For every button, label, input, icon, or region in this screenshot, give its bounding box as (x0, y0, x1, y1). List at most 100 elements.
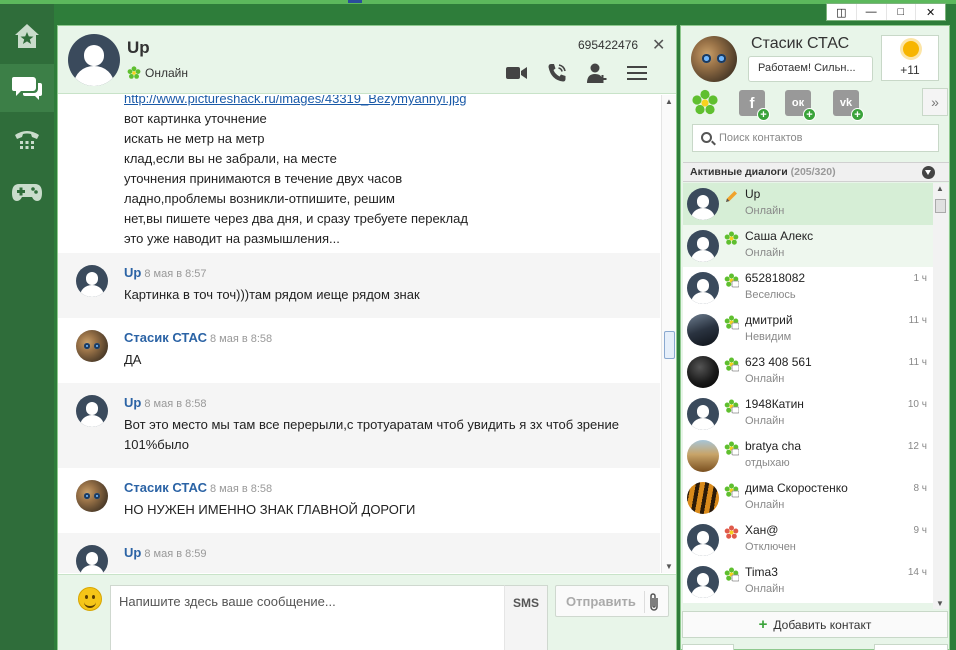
author-avatar[interactable] (76, 480, 108, 512)
contact-status-text: Онлайн (145, 66, 188, 80)
close-window-button[interactable]: ✕ (916, 4, 945, 20)
add-user-button[interactable] (586, 62, 608, 84)
scrollbar-thumb[interactable] (664, 331, 675, 359)
message-author[interactable]: Стасик СТАС (124, 480, 207, 495)
contact-name[interactable]: Up (127, 38, 150, 58)
author-avatar[interactable] (76, 545, 108, 573)
close-chat-button[interactable]: ✕ (652, 35, 665, 55)
online-flower-icon (127, 66, 141, 79)
window-controls: ◫ — □ ✕ (826, 3, 946, 21)
search-placeholder: Поиск контактов (719, 132, 803, 144)
nav-calls[interactable] (0, 116, 54, 164)
my-avatar[interactable] (691, 36, 737, 82)
contact-item[interactable]: дмитрий Невидим 11 ч (683, 309, 933, 351)
contact-item[interactable]: Up Онлайн (683, 183, 933, 225)
message-link[interactable]: http://www.pictureshack.ru/images/43319_… (124, 95, 660, 109)
scroll-up-arrow-icon[interactable]: ▲ (665, 97, 673, 106)
message-history[interactable]: http://www.pictureshack.ru/images/43319_… (58, 95, 660, 573)
collapse-panel-button[interactable]: » (922, 88, 948, 116)
contact-name: bratya cha (745, 439, 802, 453)
sun-icon (903, 41, 919, 57)
social-letter: ок (791, 97, 805, 109)
online-flower-icon (724, 567, 740, 582)
status-selector[interactable] (690, 88, 720, 118)
smiley-icon[interactable] (78, 587, 102, 611)
bottom-tab[interactable] (874, 644, 948, 650)
add-contact-label: Добавить контакт (773, 617, 872, 632)
contact-list-scrollbar[interactable]: ▲ ▼ (933, 183, 948, 609)
contact-uin: 695422476 (578, 38, 639, 52)
my-status-message[interactable]: Работаем! Сильн... (748, 56, 873, 82)
bottom-tab[interactable] (682, 644, 734, 650)
vkontakte-add-button[interactable]: vk + (831, 88, 864, 121)
active-dialogs-header[interactable]: Активные диалоги (205/320) (683, 162, 949, 182)
voice-call-button[interactable] (546, 62, 568, 84)
message-input[interactable]: Напишите здесь ваше сообщение... (110, 585, 548, 650)
contact-avatar[interactable] (68, 34, 120, 86)
contact-name: дима Скоростенко (745, 481, 848, 495)
contact-item[interactable]: Tima3 Онлайн 14 ч (683, 561, 933, 603)
online-flower-icon (724, 273, 740, 288)
search-icon (701, 132, 712, 143)
weather-widget[interactable]: +11 (881, 35, 939, 81)
contact-item[interactable]: 652818082 Веселюсь 1 ч (683, 267, 933, 309)
nav-chats[interactable] (0, 64, 54, 112)
message-item: Стасик СТАС 8 мая в 8:58 НО НУЖЕН ИМЕННО … (58, 468, 660, 533)
contact-item[interactable]: bratya cha отдыхаю 12 ч (683, 435, 933, 477)
message-author[interactable]: Up (124, 265, 141, 280)
message-author[interactable]: Стасик СТАС (124, 330, 207, 345)
sms-button[interactable]: SMS (504, 585, 548, 650)
chat-menu-button[interactable] (626, 62, 648, 84)
message-item: Up 8 мая в 8:59 (58, 533, 660, 573)
contact-avatar (687, 524, 719, 556)
scroll-up-arrow-icon[interactable]: ▲ (936, 184, 944, 193)
restore-window-button[interactable]: ◫ (827, 4, 857, 20)
contact-item[interactable]: 1948Катин Онлайн 10 ч (683, 393, 933, 435)
my-name[interactable]: Стасик СТАС (751, 35, 849, 53)
facebook-add-button[interactable]: f + (737, 88, 770, 121)
scroll-down-arrow-icon[interactable]: ▼ (936, 599, 944, 608)
contact-item[interactable]: дима Скоростенко Онлайн 8 ч (683, 477, 933, 519)
minimize-button[interactable]: — (857, 4, 887, 20)
contact-avatar (687, 314, 719, 346)
contact-item[interactable]: Хан@ Отключен 9 ч (683, 519, 933, 561)
nav-games[interactable] (0, 168, 54, 216)
contact-item[interactable]: 623 408 561 Онлайн 11 ч (683, 351, 933, 393)
scrollbar-thumb[interactable] (935, 199, 946, 213)
author-avatar[interactable] (76, 395, 108, 427)
video-call-button[interactable] (506, 62, 528, 84)
odnoklassniki-add-button[interactable]: ок + (783, 88, 816, 121)
add-contact-button[interactable]: + Добавить контакт (682, 611, 948, 638)
send-button[interactable]: Отправить (555, 585, 669, 617)
message-item: Стасик СТАС 8 мая в 8:58 ДА (58, 318, 660, 383)
contact-last-seen: 1 ч (913, 273, 927, 284)
message-text: ДА (124, 352, 142, 367)
offline-flower-icon (724, 525, 739, 540)
message-author[interactable]: Up (124, 545, 141, 560)
contact-status-text: Онлайн (745, 205, 785, 217)
strip-marker (348, 0, 362, 3)
nav-home[interactable] (0, 12, 54, 60)
weather-temperature: +11 (900, 63, 920, 77)
contact-search-input[interactable]: Поиск контактов (692, 124, 939, 152)
composer: Напишите здесь ваше сообщение... SMS Отп… (58, 574, 676, 650)
contact-last-seen: 14 ч (907, 567, 927, 578)
message-line: нет,вы пишете через два дня, и сразу тре… (124, 211, 468, 226)
contact-status-text: отдыхаю (745, 457, 790, 469)
contact-status-text: Отключен (745, 541, 796, 553)
house-star-icon (15, 24, 39, 48)
author-avatar[interactable] (76, 330, 108, 362)
message-author[interactable]: Up (124, 395, 141, 410)
chat-scrollbar[interactable]: ▲ ▼ (661, 95, 676, 573)
chevron-down-icon[interactable] (922, 166, 935, 179)
message-time: 8 мая в 8:57 (144, 268, 207, 280)
contact-name: дмитрий (745, 313, 793, 327)
chat-panel: Up Онлайн 695422476 ✕ http://www.picture… (57, 25, 677, 650)
phone-icon (15, 131, 39, 149)
author-avatar[interactable] (76, 265, 108, 297)
message-time: 8 мая в 8:58 (209, 483, 273, 495)
contact-item[interactable]: Саша Алекс Онлайн (683, 225, 933, 267)
maximize-button[interactable]: □ (887, 4, 917, 20)
scroll-down-arrow-icon[interactable]: ▼ (665, 562, 673, 571)
paperclip-icon[interactable] (644, 591, 662, 613)
